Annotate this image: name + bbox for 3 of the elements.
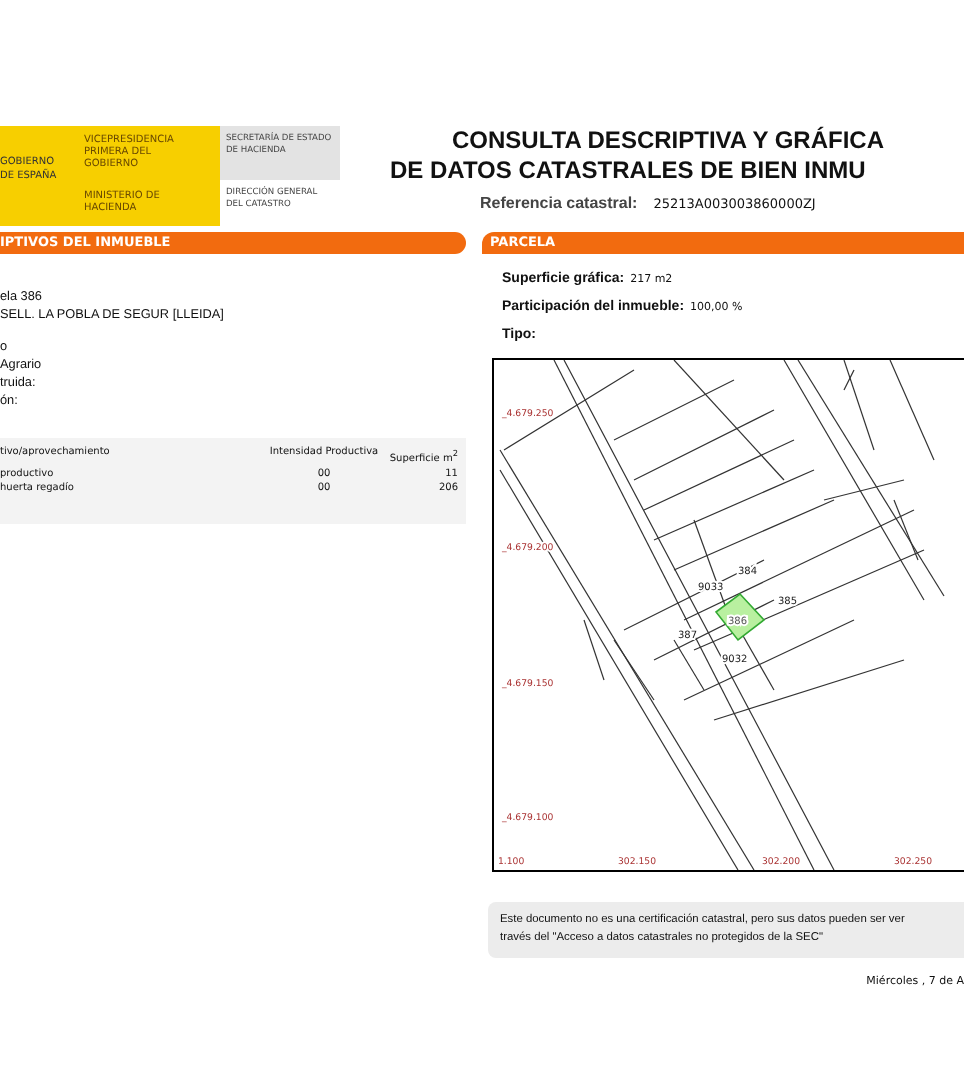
document-title: DE DATOS CATASTRALES DE BIEN INMU [390, 156, 868, 186]
document-title: CONSULTA DESCRIPTIVA Y GRÁFICA [452, 126, 887, 156]
reference-label: Referencia catastral: [480, 194, 638, 212]
